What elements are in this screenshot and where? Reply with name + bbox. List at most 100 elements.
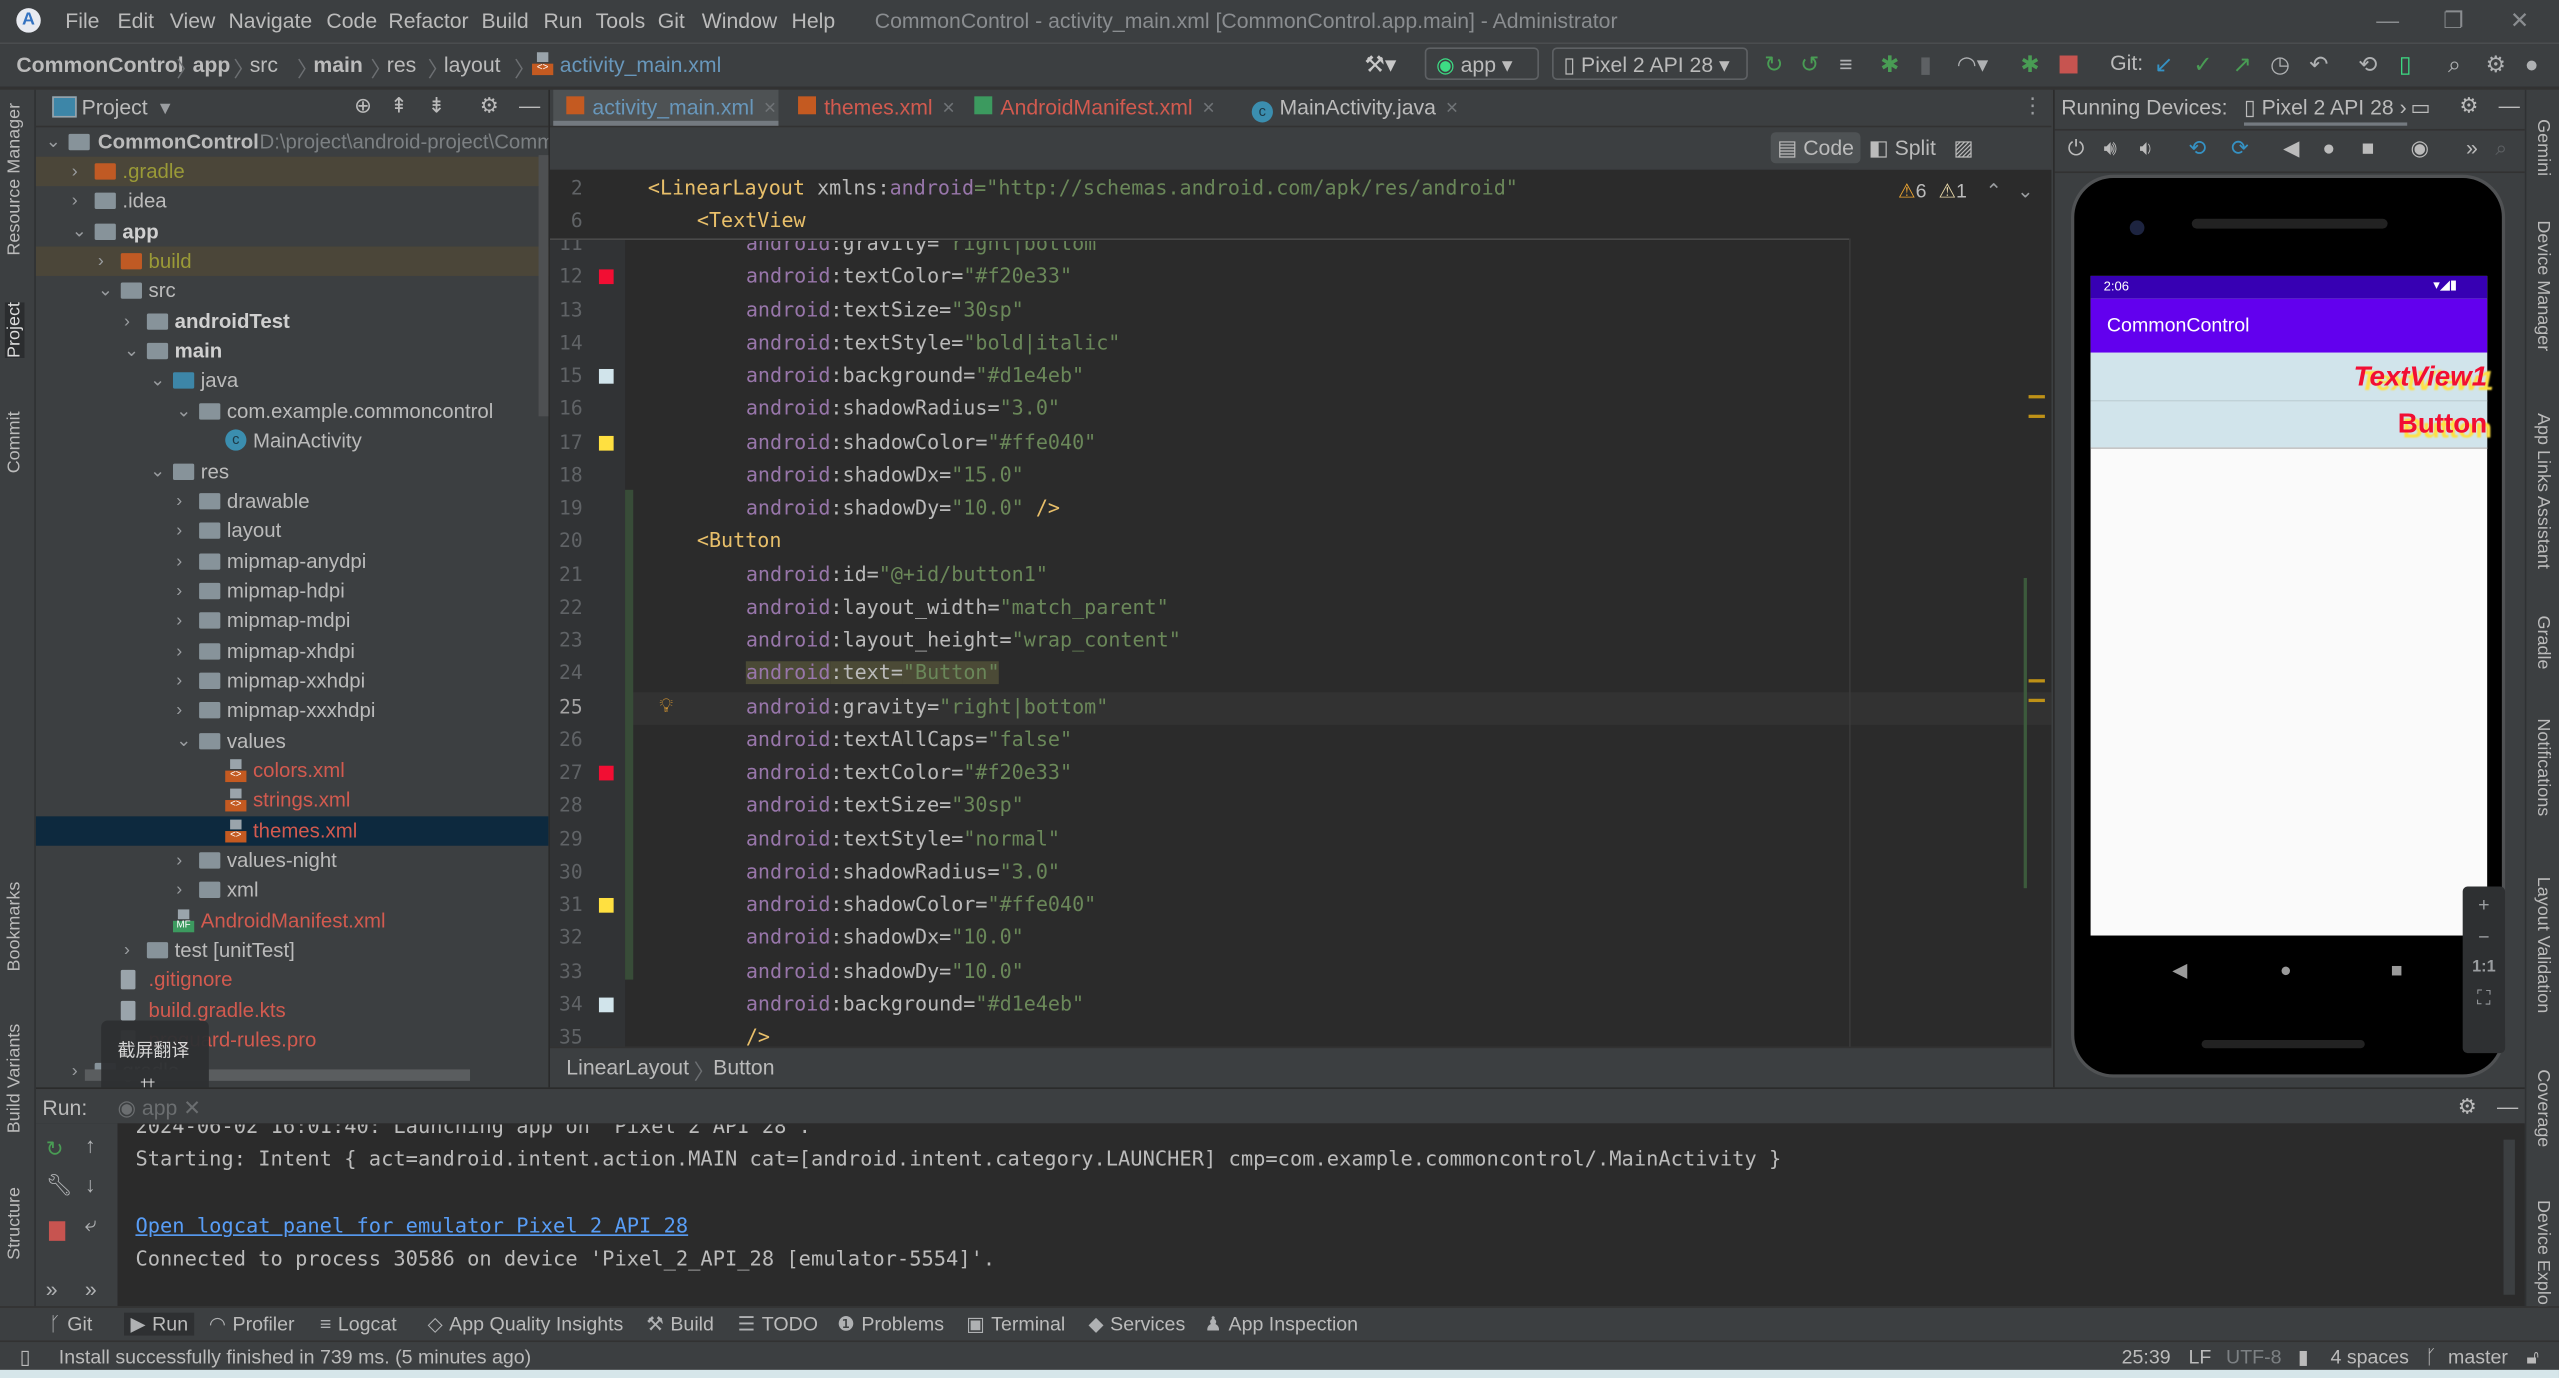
- screenshot-camera-icon[interactable]: ◉: [2410, 136, 2429, 162]
- chevron-right-icon[interactable]: ›: [72, 157, 78, 186]
- tree-item[interactable]: ⌄ res: [36, 456, 548, 485]
- chevron-right-icon[interactable]: ›: [176, 666, 182, 695]
- code-line[interactable]: android:textColor="#f20e33": [746, 761, 1072, 784]
- phone-nav-overview-icon[interactable]: ■: [2391, 958, 2403, 981]
- chevron-down-icon[interactable]: ⌄: [98, 277, 113, 306]
- device-dropdown[interactable]: ▯ Pixel 2 API 28 ▾: [1552, 47, 1748, 81]
- code-editor[interactable]: 11 android:gravity="right|bottom" 12 androi…: [549, 169, 2052, 1048]
- close-tab-icon[interactable]: ×: [1202, 95, 1214, 119]
- search-icon[interactable]: ⌕: [2448, 51, 2461, 79]
- stop-run-icon[interactable]: [48, 1221, 66, 1241]
- build-hammer-icon[interactable]: ⚒▾: [1364, 51, 1396, 79]
- code-line[interactable]: android:textSize="30sp": [746, 794, 1024, 817]
- code-line[interactable]: android:shadowRadius="3.0": [746, 860, 1060, 883]
- inspection-widget[interactable]: ⚠6 ⚠1 ⌃ ⌄: [1898, 180, 2034, 203]
- run-config-dropdown[interactable]: ◉ app ▾: [1424, 47, 1539, 81]
- code-line[interactable]: />: [746, 1025, 770, 1048]
- more-right-icon[interactable]: »: [85, 1277, 97, 1301]
- tree-item[interactable]: › build: [35, 246, 549, 277]
- code-line[interactable]: android:shadowColor="#ffe040": [746, 893, 1096, 916]
- tree-item[interactable]: c MainActivity: [36, 426, 548, 455]
- phone-textview[interactable]: TextView1: [2090, 352, 2488, 402]
- git-branch[interactable]: master: [2448, 1345, 2508, 1368]
- code-line[interactable]: android:shadowRadius="3.0": [746, 397, 1060, 420]
- color-swatch[interactable]: [598, 897, 614, 913]
- chevron-down-icon[interactable]: ▾: [160, 95, 171, 121]
- tree-item[interactable]: ⌄ com.example.commoncontrol: [36, 396, 548, 425]
- breadcrumb-linearlayout[interactable]: LinearLayout: [566, 1055, 689, 1079]
- git-update-icon[interactable]: ↙: [2154, 51, 2173, 79]
- rotate-left-icon[interactable]: ⟲: [2189, 136, 2207, 162]
- home-icon[interactable]: ●: [2322, 136, 2335, 160]
- more-left-icon[interactable]: »: [46, 1277, 58, 1301]
- code-line[interactable]: android:shadowDy="10.0" />: [746, 496, 1060, 519]
- code-line[interactable]: android:textColor="#f20e33": [746, 265, 1072, 288]
- tree-item[interactable]: › layout: [36, 516, 548, 545]
- bottom-tab-app-quality-insights[interactable]: ◇ App Quality Insights: [428, 1313, 624, 1336]
- tree-item[interactable]: › mipmap-xxhdpi: [36, 666, 548, 695]
- menu-tools[interactable]: Tools: [596, 8, 646, 32]
- volume-down-icon[interactable]: 🔉︎: [2140, 136, 2153, 162]
- code-line[interactable]: android:textAllCaps="false": [746, 728, 1072, 751]
- code-line[interactable]: android:gravity="right|bottom": [746, 695, 1109, 718]
- overview-icon[interactable]: ■: [2362, 136, 2375, 160]
- more-tabs-icon[interactable]: ⋮: [2022, 93, 2043, 119]
- chevron-right-icon[interactable]: ›: [176, 876, 182, 905]
- lock-icon[interactable]: 🔓︎: [2526, 1345, 2539, 1369]
- chevron-right-icon[interactable]: ›: [72, 187, 78, 216]
- bottom-tab-problems[interactable]: ❶ Problems: [837, 1313, 944, 1336]
- next-problem-icon[interactable]: ⌄: [2017, 180, 2033, 203]
- tree-item[interactable]: › mipmap-anydpi: [36, 546, 548, 575]
- tree-item[interactable]: › values-night: [36, 846, 548, 875]
- tree-item[interactable]: › test [unitTest]: [36, 936, 548, 965]
- run-settings-gear-icon[interactable]: ⚙: [2458, 1094, 2477, 1120]
- tree-item[interactable]: .gitignore: [36, 966, 548, 995]
- coverage-icon[interactable]: ▮: [1919, 51, 1932, 79]
- indent-setting[interactable]: 4 spaces: [2330, 1345, 2408, 1368]
- devices-settings-gear-icon[interactable]: ⚙: [2459, 93, 2478, 119]
- run-tab-app[interactable]: ◉ app ✕: [118, 1096, 202, 1122]
- tree-item[interactable]: › .gradle: [35, 156, 549, 187]
- tool-structure[interactable]: Structure: [5, 1187, 25, 1260]
- rotate-right-icon[interactable]: ⟳: [2231, 136, 2249, 162]
- menu-view[interactable]: View: [170, 8, 216, 32]
- menu-build[interactable]: Build: [481, 8, 528, 32]
- vertical-scrollbar[interactable]: [538, 155, 549, 417]
- console-scrollbar[interactable]: [2503, 1139, 2515, 1295]
- close-button[interactable]: ✕: [2510, 7, 2529, 35]
- breadcrumb-item[interactable]: res: [387, 52, 416, 76]
- minimize-button[interactable]: —: [2376, 7, 2399, 33]
- color-swatch[interactable]: [598, 997, 614, 1012]
- tool-coverage[interactable]: Coverage: [2533, 1069, 2553, 1147]
- bottom-tab-build[interactable]: ⚒ Build: [646, 1313, 714, 1336]
- code-line[interactable]: android:shadowDx="15.0": [746, 463, 1024, 486]
- phone-screen[interactable]: 2:06 ▾◢▮ CommonControl TextView1 Button: [2090, 275, 2488, 936]
- mode-design-button[interactable]: ▨ Design: [1947, 132, 2051, 192]
- tree-item[interactable]: › xml: [36, 876, 548, 905]
- code-line[interactable]: android:textSize="30sp": [746, 298, 1024, 321]
- breadcrumb-item[interactable]: layout: [444, 52, 501, 76]
- phone-nav-back-icon[interactable]: ◀: [2172, 958, 2187, 981]
- tree-item[interactable]: ⌄ src: [36, 277, 548, 306]
- tool-gradle[interactable]: Gradle: [2533, 616, 2553, 670]
- bottom-tab-services[interactable]: ◆ Services: [1089, 1313, 1186, 1336]
- code-line[interactable]: android:shadowColor="#ffe040": [746, 430, 1096, 453]
- bottom-tab-git[interactable]: ᚴ Git: [49, 1313, 92, 1336]
- settings-gear-icon[interactable]: ⚙: [2486, 51, 2507, 79]
- code-line[interactable]: android:layout_height="wrap_content": [746, 629, 1181, 652]
- chevron-down-icon[interactable]: ⌄: [124, 336, 139, 365]
- apply-code-changes-icon[interactable]: ↺: [1800, 51, 1819, 79]
- phone-nav-home-icon[interactable]: ●: [2280, 958, 2292, 981]
- panel-settings-gear-icon[interactable]: ⚙: [480, 93, 499, 119]
- tree-item[interactable]: › .idea: [36, 187, 548, 216]
- chevron-right-icon[interactable]: ›: [176, 576, 182, 605]
- tool-resource-manager[interactable]: Resource Manager: [5, 103, 25, 256]
- readonly-lock-icon[interactable]: ▮: [2298, 1345, 2309, 1368]
- menu-refactor[interactable]: Refactor: [388, 8, 468, 32]
- breadcrumb-item[interactable]: src: [250, 52, 278, 76]
- window-mode-icon[interactable]: ▭: [2410, 95, 2430, 121]
- chevron-right-icon[interactable]: ›: [72, 1056, 78, 1085]
- zoom-fit-icon[interactable]: ⛶: [2463, 986, 2505, 1010]
- tool-gemini[interactable]: Gemini: [2533, 119, 2553, 176]
- editor-tab[interactable]: c MainActivity.java ×: [1239, 90, 1461, 126]
